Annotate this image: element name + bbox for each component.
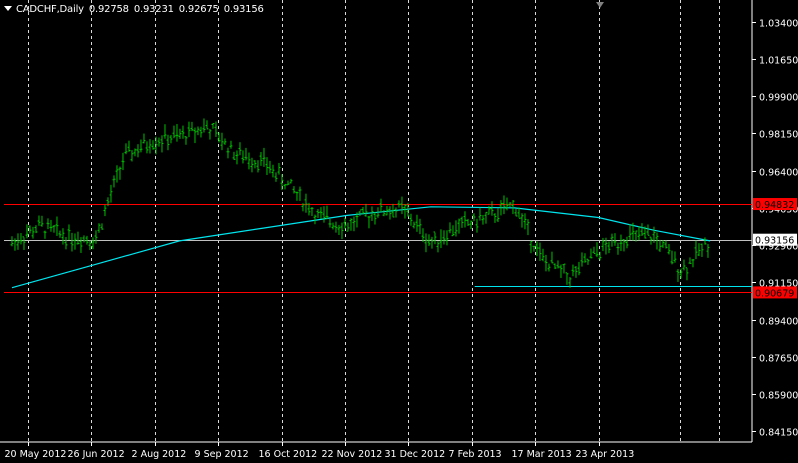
x-tick-label: 26 Jun 2012 [68,449,125,460]
y-tick-label: 0.98150 [759,130,798,141]
x-tick-label: 20 May 2012 [5,449,67,460]
y-tick-label: 0.89400 [759,317,798,328]
dropdown-arrow-icon[interactable] [4,6,12,11]
badge-label: 0.93156 [755,236,794,247]
x-tick-label: 16 Oct 2012 [259,449,318,460]
x-tick-label: 2 Aug 2012 [132,449,187,460]
close-price: 0.93156 [223,4,264,15]
y-tick-label: 0.96400 [759,168,798,179]
x-tick-label: 7 Feb 2013 [449,449,502,460]
y-tick-label: 0.84150 [759,428,798,439]
y-tick-label: 0.85900 [759,391,798,402]
open-price: 0.92758 [88,4,129,15]
chart-window[interactable]: CADCHF,Daily 0.92758 0.93231 0.92675 0.93156… [0,0,798,463]
y-tick-label: 1.03400 [759,19,798,30]
badge-label: 0.90679 [755,288,794,299]
chart-shift-marker-icon[interactable] [596,2,604,8]
y-tick-label: 0.87650 [759,354,798,365]
y-tick-label: 1.01650 [759,56,798,67]
x-tick-label: 17 Mar 2013 [512,449,572,460]
low-price: 0.92675 [178,4,219,15]
moving-average-line [11,206,711,289]
x-tick-label: 31 Dec 2012 [385,449,446,460]
x-tick-label: 22 Nov 2012 [322,449,383,460]
price-chart[interactable]: 20 May 2012 26 Jun 2012 2 Aug 2012 9 Sep 20… [0,0,798,463]
badge-label: 0.94832 [755,200,794,211]
high-price: 0.93231 [133,4,174,15]
y-tick-label: 0.99900 [759,93,798,104]
x-tick-label: 9 Sep 2012 [195,449,249,460]
chart-header: CADCHF,Daily 0.92758 0.93231 0.92675 0.93156 [4,4,264,15]
x-tick-label: 23 Apr 2013 [576,449,635,460]
symbol-timeframe: CADCHF,Daily [16,4,84,15]
